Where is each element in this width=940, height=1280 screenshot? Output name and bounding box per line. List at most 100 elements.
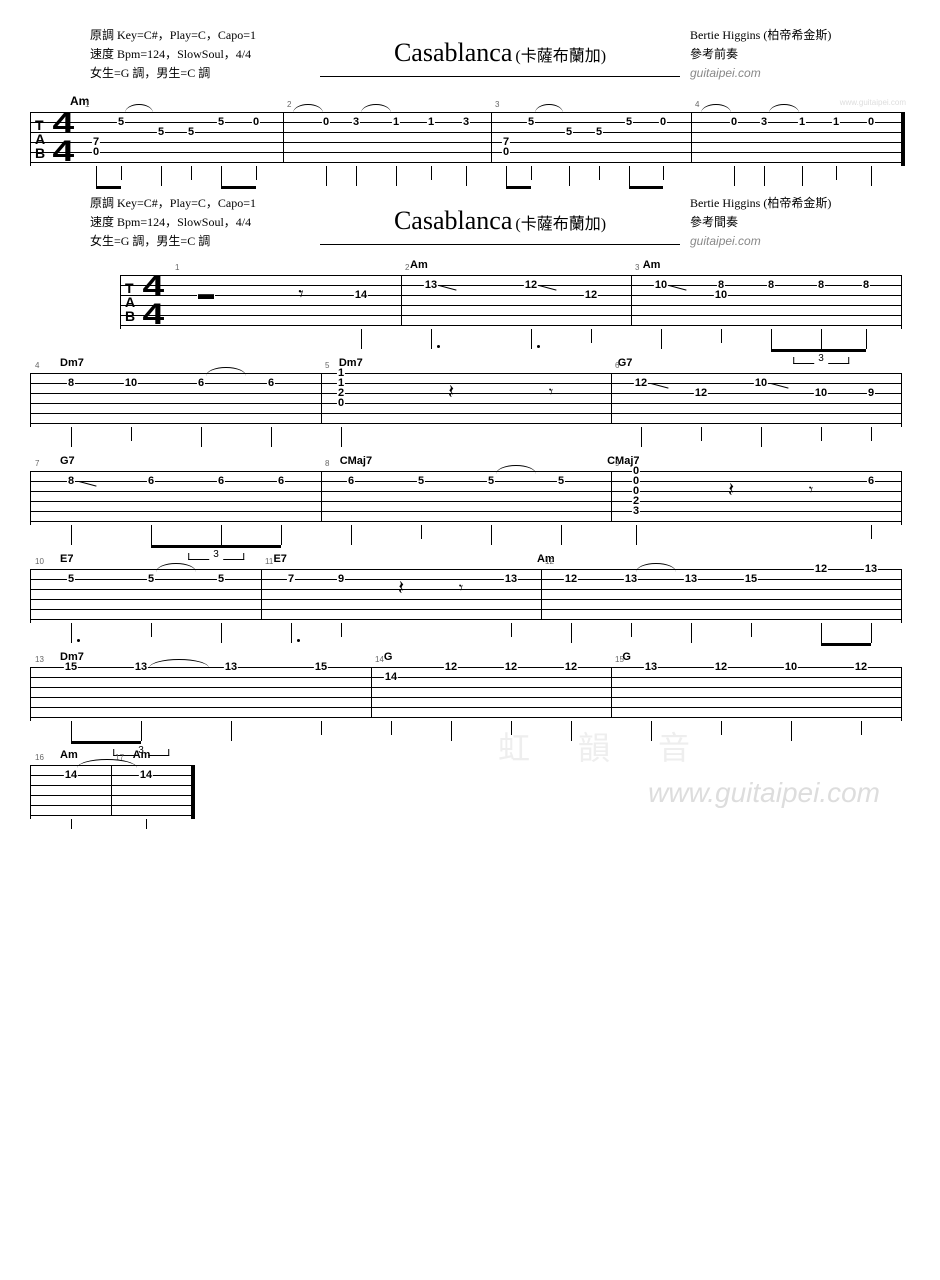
bar-number: 15 (615, 655, 624, 664)
fret: 9 (337, 574, 345, 584)
title-block-1: Casablanca (卡薩布蘭加) (320, 32, 680, 77)
header-right-2: Bertie Higgins (柏帝希金斯) 參考間奏 guitaipei.co… (690, 194, 890, 252)
fret: 6 (197, 378, 205, 388)
tab-a: A (35, 132, 44, 146)
fret: 5 (217, 117, 225, 127)
website-url: guitaipei.com (690, 64, 890, 83)
fret: 15 (314, 662, 328, 672)
bar-number: 11 (265, 557, 273, 566)
fret: 10 (814, 388, 828, 398)
fret: 6 (347, 476, 355, 486)
chord-dm7: Dm7 (60, 357, 84, 369)
eighth-rest-icon: 𝄾 (549, 384, 553, 402)
fret: 15 (744, 574, 758, 584)
quarter-rest-icon: 𝄽 (448, 382, 454, 405)
header-left-1: 原調 Key=C#，Play=C，Capo=1 速度 Bpm=124，SlowS… (90, 26, 310, 84)
voice-key-info: 女生=G 調，男生=C 調 (90, 64, 310, 83)
fret: 13 (134, 662, 148, 672)
bar-number: 5 (325, 361, 329, 370)
fret: 3 (352, 117, 360, 127)
fret: 7 (287, 574, 295, 584)
staff-1-wrap: www.guitaipei.com T A B 4 4 1 2 3 4 0 7 … (30, 112, 910, 166)
title-block-2: Casablanca (卡薩布蘭加) (320, 200, 680, 245)
staff-6-wrap: 13 14 15 15 13 13 15 14 12 12 12 13 12 1… (30, 667, 910, 721)
song-title-2: Casablanca (394, 206, 512, 235)
fret: 7 (502, 137, 510, 147)
fret: 5 (157, 127, 165, 137)
tab-letters: T A B (35, 118, 44, 160)
fret: 6 (267, 378, 275, 388)
chord-e7: E7 (273, 553, 286, 565)
eighth-rest-icon: 𝄾 (809, 482, 813, 500)
tab-staff-5: 10 11 12 5 5 5 7 9 𝄽 𝄾 13 12 13 13 15 12… (30, 569, 902, 623)
fret: 13 (504, 574, 518, 584)
small-watermark: www.guitaipei.com (840, 98, 906, 107)
watermark-chinese: 虹 韻 音 (498, 723, 710, 769)
header-left-2: 原調 Key=C#，Play=C，Capo=1 速度 Bpm=124，SlowS… (90, 194, 310, 252)
fret: 12 (564, 574, 578, 584)
eighth-rest-icon: 𝄾 (298, 284, 303, 307)
fret: 12 (444, 662, 458, 672)
tab-staff-6: 13 14 15 15 13 13 15 14 12 12 12 13 12 1… (30, 667, 902, 721)
chord-am: Am (410, 259, 428, 271)
bar-number: 9 (615, 459, 619, 468)
fret: 10 (654, 280, 668, 290)
song-subtitle-2: (卡薩布蘭加) (515, 216, 606, 233)
fret: 1 (798, 117, 806, 127)
tuplet-3: 3 (818, 353, 824, 364)
fret: 0 (502, 147, 510, 157)
staff-5-wrap: 10 11 12 5 5 5 7 9 𝄽 𝄾 13 12 13 13 15 12… (30, 569, 910, 623)
bar-number: 4 (35, 361, 39, 370)
quarter-rest-icon: 𝄽 (398, 578, 404, 601)
bar-number: 2 (405, 263, 409, 272)
bar-number: 10 (35, 557, 44, 566)
fret: 14 (384, 672, 398, 682)
website-url-2: guitaipei.com (690, 232, 890, 251)
fret: 5 (417, 476, 425, 486)
bar-number-2: 2 (287, 100, 291, 109)
bar-number: 7 (35, 459, 39, 468)
section-label-2: 參考間奏 (690, 213, 890, 232)
fret: 10 (784, 662, 798, 672)
header-block-1: 原調 Key=C#，Play=C，Capo=1 速度 Bpm=124，SlowS… (90, 26, 890, 84)
quarter-rest-icon: 𝄽 (728, 480, 734, 503)
chord-row-3: Dm7 Dm7 G7 (30, 357, 910, 369)
fret: 8 (862, 280, 870, 290)
fret: 0 (92, 147, 100, 157)
fret: 13 (624, 574, 638, 584)
bar-number: 8 (325, 459, 329, 468)
section-label: 參考前奏 (690, 45, 890, 64)
fret: 12 (564, 662, 578, 672)
tempo-info: 速度 Bpm=124，SlowSoul，4/4 (90, 45, 310, 64)
fret: 12 (814, 564, 828, 574)
fret: 5 (117, 117, 125, 127)
fret: 5 (557, 476, 565, 486)
fret: 13 (224, 662, 238, 672)
fret: 8 (67, 476, 75, 486)
fret: 13 (644, 662, 658, 672)
fret: 5 (527, 117, 535, 127)
fret: 1 (427, 117, 435, 127)
fret: 5 (187, 127, 195, 137)
fret: 8 (767, 280, 775, 290)
bar-number: 6 (615, 361, 619, 370)
fret: 3 (632, 506, 640, 516)
tab-letters: T A B (125, 281, 134, 323)
time-signature: 4 4 (142, 273, 164, 329)
fret: 13 (424, 280, 438, 290)
bar-number: 13 (35, 655, 44, 664)
tab-staff-1: T A B 4 4 1 2 3 4 0 7 5 5 5 5 0 0 3 1 1 … (30, 112, 905, 166)
fret: 8 (817, 280, 825, 290)
watermark-url: www.guitaipei.com (648, 777, 880, 809)
bar-number: 14 (375, 655, 384, 664)
tuplet-3: 3 (213, 549, 219, 560)
fret: 0 (252, 117, 260, 127)
chord-am: Am (643, 259, 661, 271)
fret: 14 (139, 770, 153, 780)
fret: 10 (714, 290, 728, 300)
fret: 0 (659, 117, 667, 127)
tempo-info-2: 速度 Bpm=124，SlowSoul，4/4 (90, 213, 310, 232)
eighth-rest-icon: 𝄾 (459, 580, 463, 598)
fret: 13 (684, 574, 698, 584)
fret: 3 (760, 117, 768, 127)
